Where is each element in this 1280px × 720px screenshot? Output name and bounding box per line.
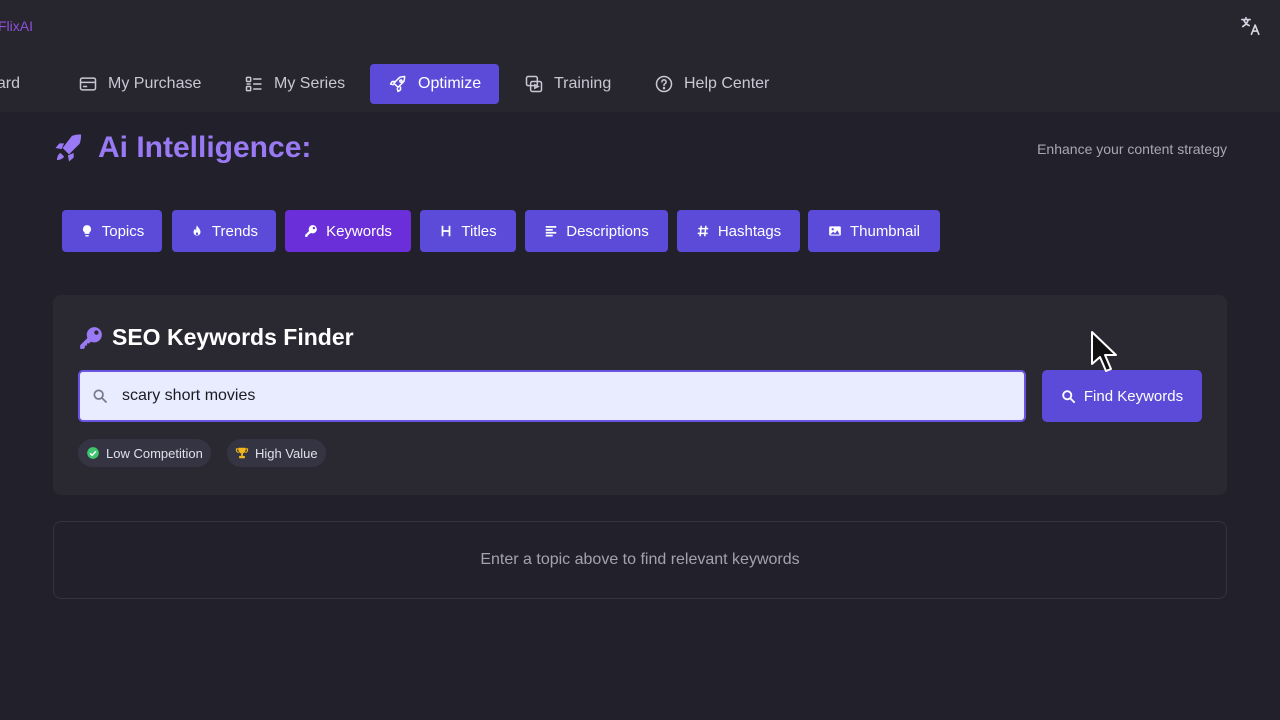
keywords-finder-card: SEO Keywords Finder Find Keywords Low Co… (53, 295, 1227, 495)
align-left-icon (545, 226, 557, 237)
credit-card-icon (79, 77, 97, 91)
tab-label: Titles (461, 222, 497, 240)
nav-item-label: Training (554, 75, 612, 92)
tab-label: Hashtags (717, 222, 782, 240)
brand-logo-text[interactable]: FlixAI (0, 18, 33, 34)
hashtag-icon (697, 225, 709, 237)
search-input[interactable] (122, 387, 1002, 405)
nav-item-label: My Purchase (108, 75, 202, 92)
results-panel: Enter a topic above to find relevant key… (53, 521, 1227, 599)
mouse-cursor-icon (1091, 331, 1117, 372)
nav-item-dashboard[interactable]: oard (0, 64, 20, 104)
nav-item-label: Help Center (684, 75, 770, 92)
search-icon (93, 389, 107, 403)
tab-trends[interactable]: Trends (172, 210, 276, 252)
rocket-icon (55, 134, 82, 162)
page-title: Ai Intelligence: (98, 131, 312, 164)
nav-item-optimize[interactable]: Optimize (370, 64, 500, 104)
badge-label: High Value (255, 445, 318, 461)
nav-item-help-center[interactable]: Help Center (654, 64, 769, 104)
nav-item-label: Optimize (418, 75, 482, 92)
card-title-text: SEO Keywords Finder (112, 324, 354, 350)
fire-icon (193, 225, 201, 236)
tab-label: Topics (101, 222, 145, 240)
search-icon (1062, 389, 1075, 403)
nav-item-my-series[interactable]: My Series (244, 64, 345, 104)
tab-titles[interactable]: Titles (420, 210, 516, 252)
trophy-icon (235, 447, 249, 459)
list-icon (245, 76, 262, 92)
top-bar: FlixAI oard My Purchase My Series Optimi… (0, 0, 1280, 112)
tab-label: Keywords (326, 222, 392, 240)
tab-label: Thumbnail (849, 222, 921, 240)
tab-keywords[interactable]: Keywords (285, 210, 411, 252)
check-circle-icon (87, 447, 99, 459)
search-field[interactable] (78, 370, 1026, 422)
tab-thumbnail[interactable]: Thumbnail (808, 210, 940, 252)
low-competition-badge: Low Competition (78, 439, 211, 467)
badge-label: Low Competition (106, 445, 203, 461)
high-value-badge: High Value (227, 439, 326, 467)
key-icon (305, 225, 317, 237)
find-keywords-label: Find Keywords (1083, 387, 1184, 405)
page-header: Ai Intelligence: (52, 131, 311, 165)
tab-topics[interactable]: Topics (62, 210, 162, 252)
nav-item-label: oard (0, 75, 21, 92)
tab-label: Trends (211, 222, 259, 240)
lightbulb-icon (82, 225, 91, 237)
empty-state-message: Enter a topic above to find relevant key… (480, 551, 800, 568)
nav-item-my-purchase[interactable]: My Purchase (78, 64, 201, 104)
key-icon (80, 326, 102, 349)
card-title: SEO Keywords Finder (78, 324, 354, 351)
tab-descriptions[interactable]: Descriptions (525, 210, 668, 252)
image-icon (829, 226, 841, 236)
nav-item-label: My Series (274, 75, 346, 92)
translate-icon[interactable] (1240, 15, 1262, 37)
find-keywords-button[interactable]: Find Keywords (1042, 370, 1202, 422)
tab-hashtags[interactable]: Hashtags (677, 210, 800, 252)
training-icon (525, 75, 543, 93)
question-circle-icon (655, 75, 673, 93)
rocket-icon (389, 75, 406, 93)
main-nav: oard My Purchase My Series Optimize Trai… (0, 64, 1280, 104)
nav-item-training[interactable]: Training (524, 64, 611, 104)
tab-label: Descriptions (566, 222, 649, 240)
page-tagline: Enhance your content strategy (1037, 141, 1227, 157)
heading-icon (441, 225, 451, 237)
